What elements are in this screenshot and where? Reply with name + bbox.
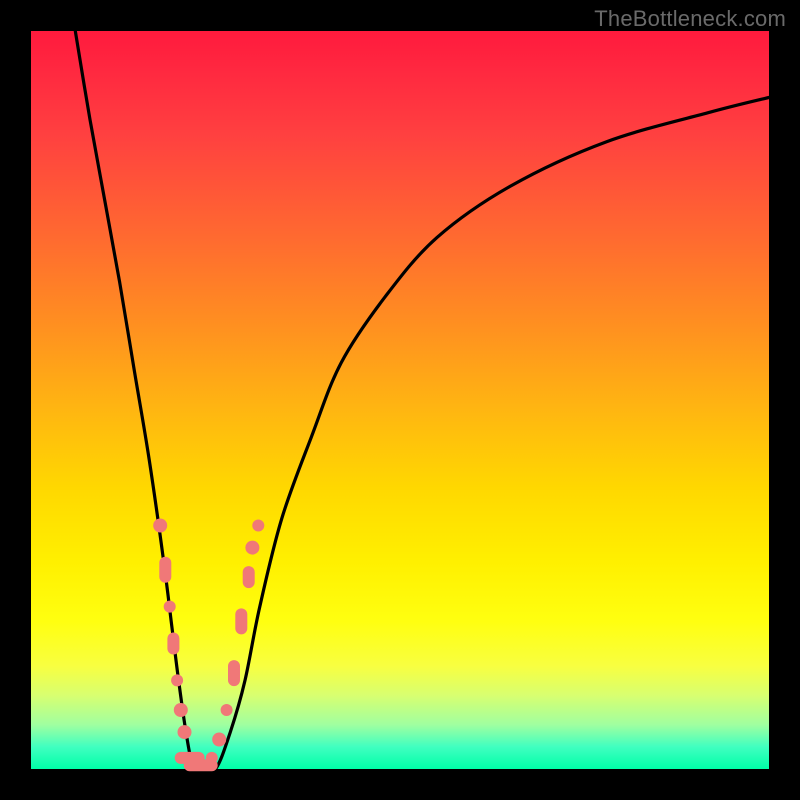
- highlight-marker: [174, 703, 188, 717]
- chart-plot-area: [31, 31, 769, 769]
- highlight-markers: [153, 519, 264, 772]
- curve-layer: [75, 31, 769, 772]
- bottleneck-curve: [75, 31, 769, 772]
- highlight-marker: [159, 557, 171, 583]
- highlight-marker: [221, 704, 233, 716]
- chart-frame: TheBottleneck.com: [0, 0, 800, 800]
- chart-svg: [31, 31, 769, 769]
- highlight-marker: [245, 541, 259, 555]
- highlight-marker: [167, 633, 179, 655]
- highlight-marker: [153, 519, 167, 533]
- highlight-marker: [252, 520, 264, 532]
- watermark-text: TheBottleneck.com: [594, 6, 786, 32]
- highlight-marker: [243, 566, 255, 588]
- highlight-marker: [164, 601, 176, 613]
- highlight-marker: [212, 733, 226, 747]
- highlight-marker: [206, 752, 218, 764]
- highlight-marker: [178, 725, 192, 739]
- highlight-marker: [171, 674, 183, 686]
- highlight-marker: [235, 608, 247, 634]
- highlight-marker: [228, 660, 240, 686]
